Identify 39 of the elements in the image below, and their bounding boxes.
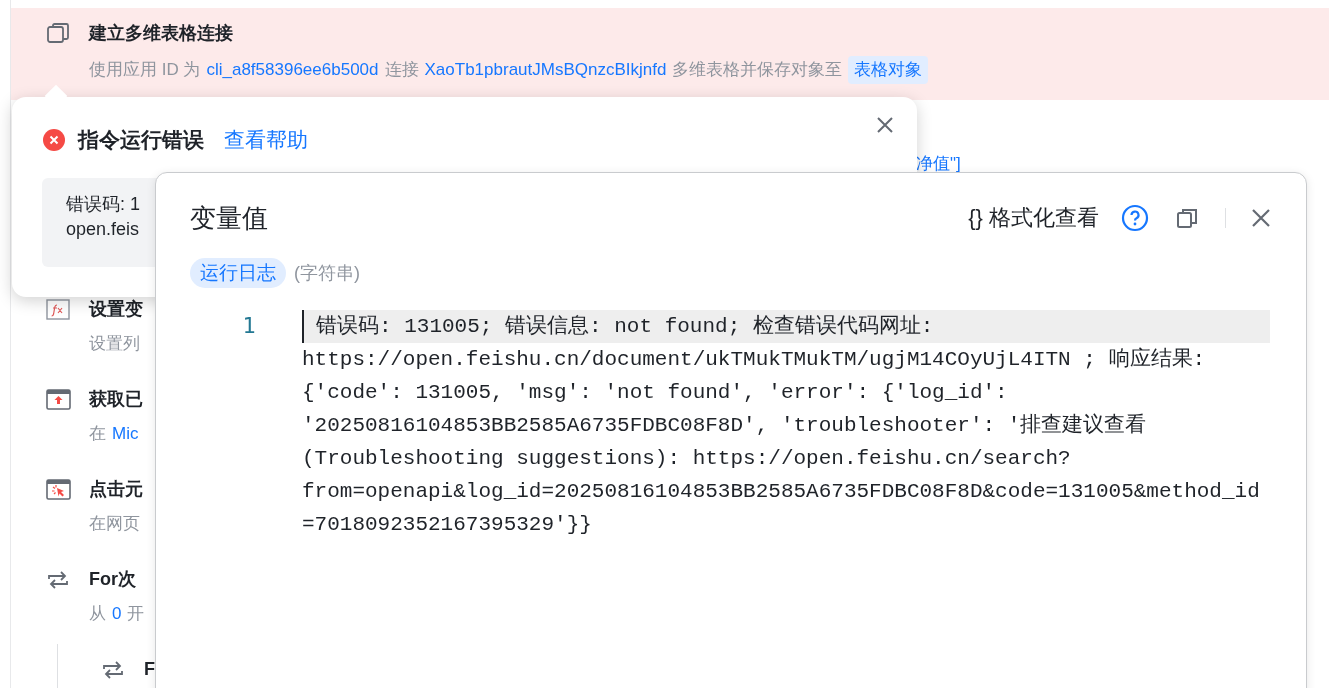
variable-value[interactable]: XaoTb1pbrautJMsBQnzcBIkjnfd <box>424 58 667 82</box>
format-view-button[interactable]: {} 格式化查看 <box>964 201 1103 235</box>
variable-tag: 运行日志 <box>190 258 286 288</box>
close-icon[interactable] <box>1250 207 1272 229</box>
error-message: 错误码: 1 <box>66 193 140 216</box>
variable-value[interactable]: 0 <box>112 602 122 626</box>
function-icon <box>45 297 71 321</box>
description-text: 在网页 <box>89 513 140 535</box>
description-text: 多维表格并保存对象至 <box>672 59 843 81</box>
step-title: F <box>144 658 155 681</box>
help-link[interactable]: 查看帮助 <box>224 126 308 154</box>
close-icon[interactable] <box>875 115 895 135</box>
description-text: 使用应用 ID 为 <box>89 59 201 81</box>
variable-value[interactable]: cli_a8f58396ee6b500d <box>206 58 379 82</box>
description-text: 连接 <box>384 59 419 81</box>
variable-value[interactable]: Mic <box>112 422 139 446</box>
error-title: 指令运行错误 <box>78 127 204 153</box>
step-title: 设置变 <box>89 298 143 321</box>
error-message: open.feis <box>66 218 140 241</box>
description-text: 在 <box>89 423 106 445</box>
copy-icon[interactable] <box>1175 206 1199 230</box>
dialog-title: 变量值 <box>190 202 268 235</box>
variable-type: (字符串) <box>294 262 360 285</box>
description-text: 开 <box>127 603 145 625</box>
error-icon <box>42 128 66 152</box>
step-title: 建立多维表格连接 <box>89 22 234 45</box>
browser-upload-icon <box>45 387 71 411</box>
selected-step-row[interactable]: 建立多维表格连接 使用应用 ID 为 cli_a8f58396ee6b500d 连接 XaoTb1pbrautJMsBQnzcBIkjnfd 多维表格并保存对象至 表格对象 <box>11 8 1329 100</box>
object-tag[interactable]: 表格对象 <box>848 56 929 84</box>
step-title: For次 <box>89 568 137 591</box>
description-text: 设置列 <box>89 333 140 355</box>
step-title: 获取已 <box>89 388 143 411</box>
copy-icon <box>45 21 71 45</box>
help-icon[interactable] <box>1121 204 1149 232</box>
line-number: 1 <box>241 313 257 340</box>
description-text: 从 <box>89 603 106 625</box>
variable-value: 净值"] <box>916 154 961 173</box>
step-title: 点击元 <box>89 478 143 501</box>
browser-cursor-icon <box>45 477 71 501</box>
